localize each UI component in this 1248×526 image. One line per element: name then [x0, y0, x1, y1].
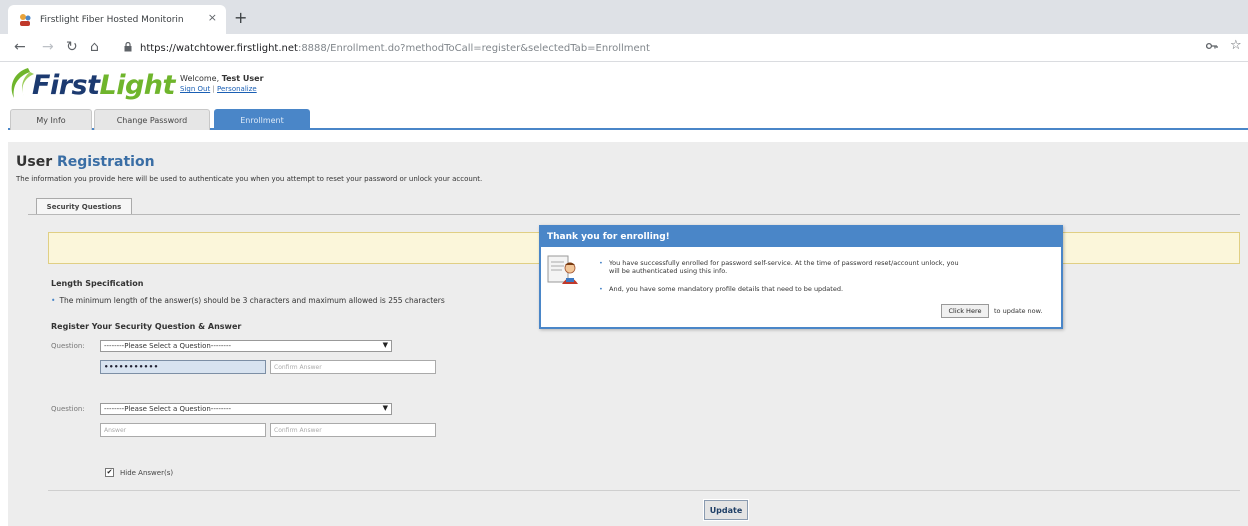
logo-first: First: [32, 70, 100, 101]
question-2-label: Question:: [51, 405, 85, 413]
url-path: :8888/Enrollment.do?methodToCall=registe…: [297, 42, 650, 54]
user-name: Test User: [221, 74, 264, 83]
page-title-user: User: [16, 154, 53, 170]
hide-answers-row[interactable]: ✔ Hide Answer(s): [105, 468, 173, 477]
home-icon[interactable]: ⌂: [90, 38, 99, 56]
browser-tab[interactable]: Firstlight Fiber Hosted Monitorin ×: [8, 5, 226, 34]
reload-icon[interactable]: ↻: [66, 38, 78, 56]
address-bar[interactable]: https://watchtower.firstlight.net:8888/E…: [112, 37, 1210, 59]
welcome-prefix: Welcome,: [180, 74, 220, 83]
star-icon[interactable]: ☆: [1230, 38, 1242, 53]
firstlight-logo: FirstLight: [32, 70, 175, 101]
tab-close-icon[interactable]: ×: [208, 11, 217, 24]
bullet-icon: •: [51, 296, 56, 305]
dialog-footer: Click Here to update now.: [941, 304, 1042, 318]
question-1-label: Question:: [51, 342, 85, 350]
page-title-registration: Registration: [56, 154, 155, 170]
sign-out-link[interactable]: Sign Out: [180, 85, 210, 93]
forward-arrow-icon[interactable]: →: [42, 38, 54, 56]
length-spec-heading: Length Specification: [51, 279, 144, 288]
welcome-text: Welcome, Test User: [180, 74, 264, 83]
site-favicon-icon: [18, 13, 32, 27]
dialog-title: Thank you for enrolling!: [541, 227, 1061, 247]
subtab-divider: [28, 214, 1240, 215]
hide-answers-checkbox[interactable]: ✔: [105, 468, 114, 477]
tab-enrollment[interactable]: Enrollment: [214, 109, 310, 130]
tab-my-info[interactable]: My Info: [10, 109, 92, 130]
dropdown-caret-icon: ▼: [382, 404, 388, 412]
click-here-button[interactable]: Click Here: [941, 304, 989, 318]
answer-2-input[interactable]: Answer: [100, 423, 266, 437]
user-document-icon: [546, 254, 582, 292]
registration-panel: User Registration The information you pr…: [8, 142, 1248, 526]
tab-title: Firstlight Fiber Hosted Monitorin: [40, 14, 184, 25]
question-1-selected: --------Please Select a Question--------: [104, 342, 231, 350]
back-arrow-icon[interactable]: ←: [14, 38, 26, 56]
account-links: Sign Out | Personalize: [180, 85, 257, 93]
browser-tabstrip: Firstlight Fiber Hosted Monitorin × +: [0, 0, 1248, 34]
lock-icon[interactable]: [124, 41, 132, 55]
url-host: https://watchtower.firstlight.net: [140, 42, 298, 54]
register-heading: Register Your Security Question & Answer: [51, 322, 242, 331]
question-2-select[interactable]: --------Please Select a Question--------…: [100, 403, 392, 415]
answer-1-input[interactable]: •••••••••••: [100, 360, 266, 374]
question-2-selected: --------Please Select a Question--------: [104, 405, 231, 413]
dialog-message-1: • You have successfully enrolled for pas…: [599, 259, 969, 275]
browser-toolbar: ← → ↻ ⌂ https://watchtower.firstlight.ne…: [0, 34, 1248, 62]
personalize-link[interactable]: Personalize: [217, 85, 257, 93]
form-divider: [48, 490, 1240, 491]
link-separator: |: [212, 85, 215, 93]
update-button[interactable]: Update: [703, 499, 749, 521]
confirm-answer-1-input[interactable]: Confirm Answer: [270, 360, 436, 374]
brand-header: FirstLight Welcome, Test User Sign Out |…: [8, 64, 708, 108]
dialog-message-2-text: And, you have some mandatory profile det…: [609, 285, 844, 293]
tab-security-questions[interactable]: Security Questions: [36, 198, 132, 215]
dialog-message-2: • And, you have some mandatory profile d…: [599, 285, 969, 293]
logo-light: Light: [99, 70, 176, 101]
bullet-icon: •: [599, 259, 603, 267]
page-description: The information you provide here will be…: [16, 175, 483, 183]
hide-answers-label: Hide Answer(s): [120, 468, 174, 477]
dropdown-caret-icon: ▼: [382, 341, 388, 349]
length-rule-text: The minimum length of the answer(s) shou…: [59, 296, 445, 305]
update-now-text: to update now.: [994, 307, 1043, 315]
dialog-message-1-text: You have successfully enrolled for passw…: [609, 259, 959, 275]
tab-change-password[interactable]: Change Password: [94, 109, 210, 130]
key-icon[interactable]: [1205, 40, 1218, 53]
page-title: User Registration: [16, 154, 155, 170]
enrollment-success-dialog: Thank you for enrolling! • You have succ…: [539, 225, 1063, 329]
new-tab-button[interactable]: +: [234, 8, 247, 27]
question-1-select[interactable]: --------Please Select a Question--------…: [100, 340, 392, 352]
length-rule: • The minimum length of the answer(s) sho…: [51, 296, 445, 305]
confirm-answer-2-input[interactable]: Confirm Answer: [270, 423, 436, 437]
main-tab-bar: My Info Change Password Enrollment: [8, 108, 1248, 130]
bullet-icon: •: [599, 285, 603, 293]
